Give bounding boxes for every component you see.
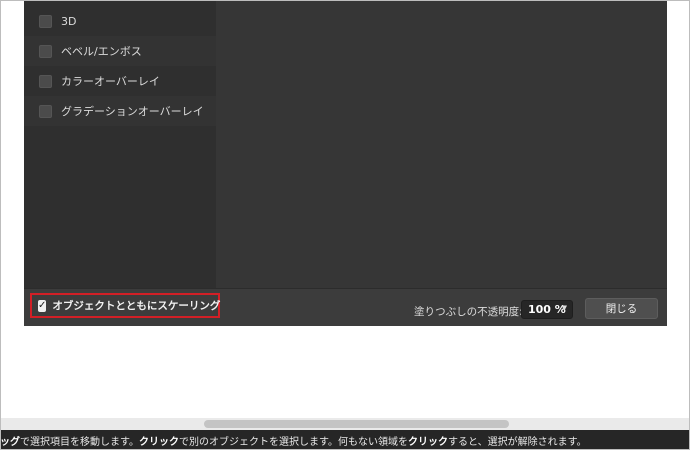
effect-item-label: カラーオーバーレイ xyxy=(61,75,160,88)
effect-settings-panel xyxy=(216,0,667,288)
fill-opacity-label: 塗りつぶしの不透明度: xyxy=(414,306,523,318)
checkbox[interactable] xyxy=(39,44,52,58)
effect-item-gradient-overlay[interactable]: グラデーションオーバーレイ xyxy=(24,96,216,126)
status-text: クリック xyxy=(139,436,179,448)
fill-opacity-select[interactable]: 100 % ▼ xyxy=(521,300,573,319)
fill-opacity-value: 100 % xyxy=(528,303,566,316)
dialog-footer: ✓ オブジェクトとともにスケーリング 塗りつぶしの不透明度: 100 % ▼ 閉… xyxy=(24,288,667,326)
status-text: で選択項目を移動します。 xyxy=(20,436,139,448)
scroll-thumb[interactable] xyxy=(204,420,509,428)
checkbox[interactable] xyxy=(39,74,52,88)
effect-item-bevel-emboss[interactable]: ベベル/エンボス xyxy=(24,36,216,66)
effect-item-label: 3D xyxy=(61,14,77,28)
horizontal-scrollbar[interactable] xyxy=(0,418,690,430)
status-text: クリック xyxy=(408,436,448,448)
effects-dialog: 3D ベベル/エンボス カラーオーバーレイ グラデーションオーバーレイ ✓ オブ… xyxy=(24,0,667,326)
scale-with-object-checkbox[interactable]: ✓ xyxy=(38,299,47,312)
effects-list: 3D ベベル/エンボス カラーオーバーレイ グラデーションオーバーレイ xyxy=(24,0,216,288)
dropdown-arrow-icon: ▼ xyxy=(561,304,567,312)
status-text: で別のオブジェクトを選択します。何もない領域を xyxy=(179,436,408,448)
effect-item-3d[interactable]: 3D xyxy=(24,6,216,36)
status-text: すると、選択が解除されます。 xyxy=(448,436,587,448)
effect-item-color-overlay[interactable]: カラーオーバーレイ xyxy=(24,66,216,96)
scale-with-object-label[interactable]: オブジェクトとともにスケーリング xyxy=(52,298,220,313)
status-bar: ッグ で選択項目を移動します。 クリック で別のオブジェクトを選択します。何もな… xyxy=(0,430,690,450)
checkbox[interactable] xyxy=(39,14,52,28)
effect-item-label: グラデーションオーバーレイ xyxy=(61,105,204,118)
effect-item-label: ベベル/エンボス xyxy=(61,45,142,58)
close-button[interactable]: 閉じる xyxy=(585,298,658,319)
checkbox[interactable] xyxy=(39,104,52,118)
scale-with-object-highlight: ✓ オブジェクトとともにスケーリング xyxy=(30,293,220,318)
status-text: ッグ xyxy=(0,436,20,448)
